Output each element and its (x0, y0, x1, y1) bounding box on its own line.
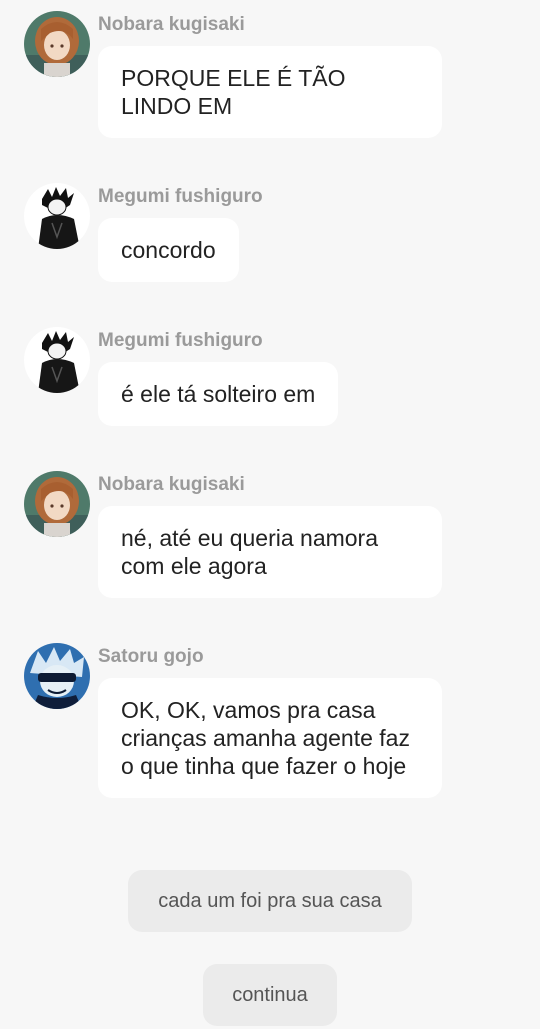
sender-name: Megumi fushiguro (98, 330, 263, 351)
gojo-avatar[interactable] (24, 643, 90, 709)
chat-message: Nobara kugisaki PORQUE ELE É TÃO LINDO E… (0, 0, 540, 140)
sender-name: Nobara kugisaki (98, 474, 245, 495)
message-bubble: PORQUE ELE É TÃO LINDO EM (98, 46, 442, 138)
message-bubble: concordo (98, 218, 239, 282)
sender-name: Nobara kugisaki (98, 14, 245, 35)
sender-name: Megumi fushiguro (98, 186, 263, 207)
narration-bubble: cada um foi pra sua casa (128, 870, 412, 932)
message-bubble: OK, OK, vamos pra casa crianças amanha a… (98, 678, 442, 798)
message-bubble: é ele tá solteiro em (98, 362, 339, 426)
continue-button[interactable]: continua (203, 964, 337, 1026)
megumi-avatar[interactable] (24, 183, 90, 249)
nobara-avatar[interactable] (24, 471, 90, 537)
message-bubble: né, até eu queria namora com ele agora (98, 506, 442, 598)
chat-screen: Nobara kugisaki PORQUE ELE É TÃO LINDO E… (0, 0, 540, 1029)
nobara-avatar[interactable] (24, 11, 90, 77)
megumi-avatar[interactable] (24, 327, 90, 393)
sender-name: Satoru gojo (98, 646, 204, 667)
